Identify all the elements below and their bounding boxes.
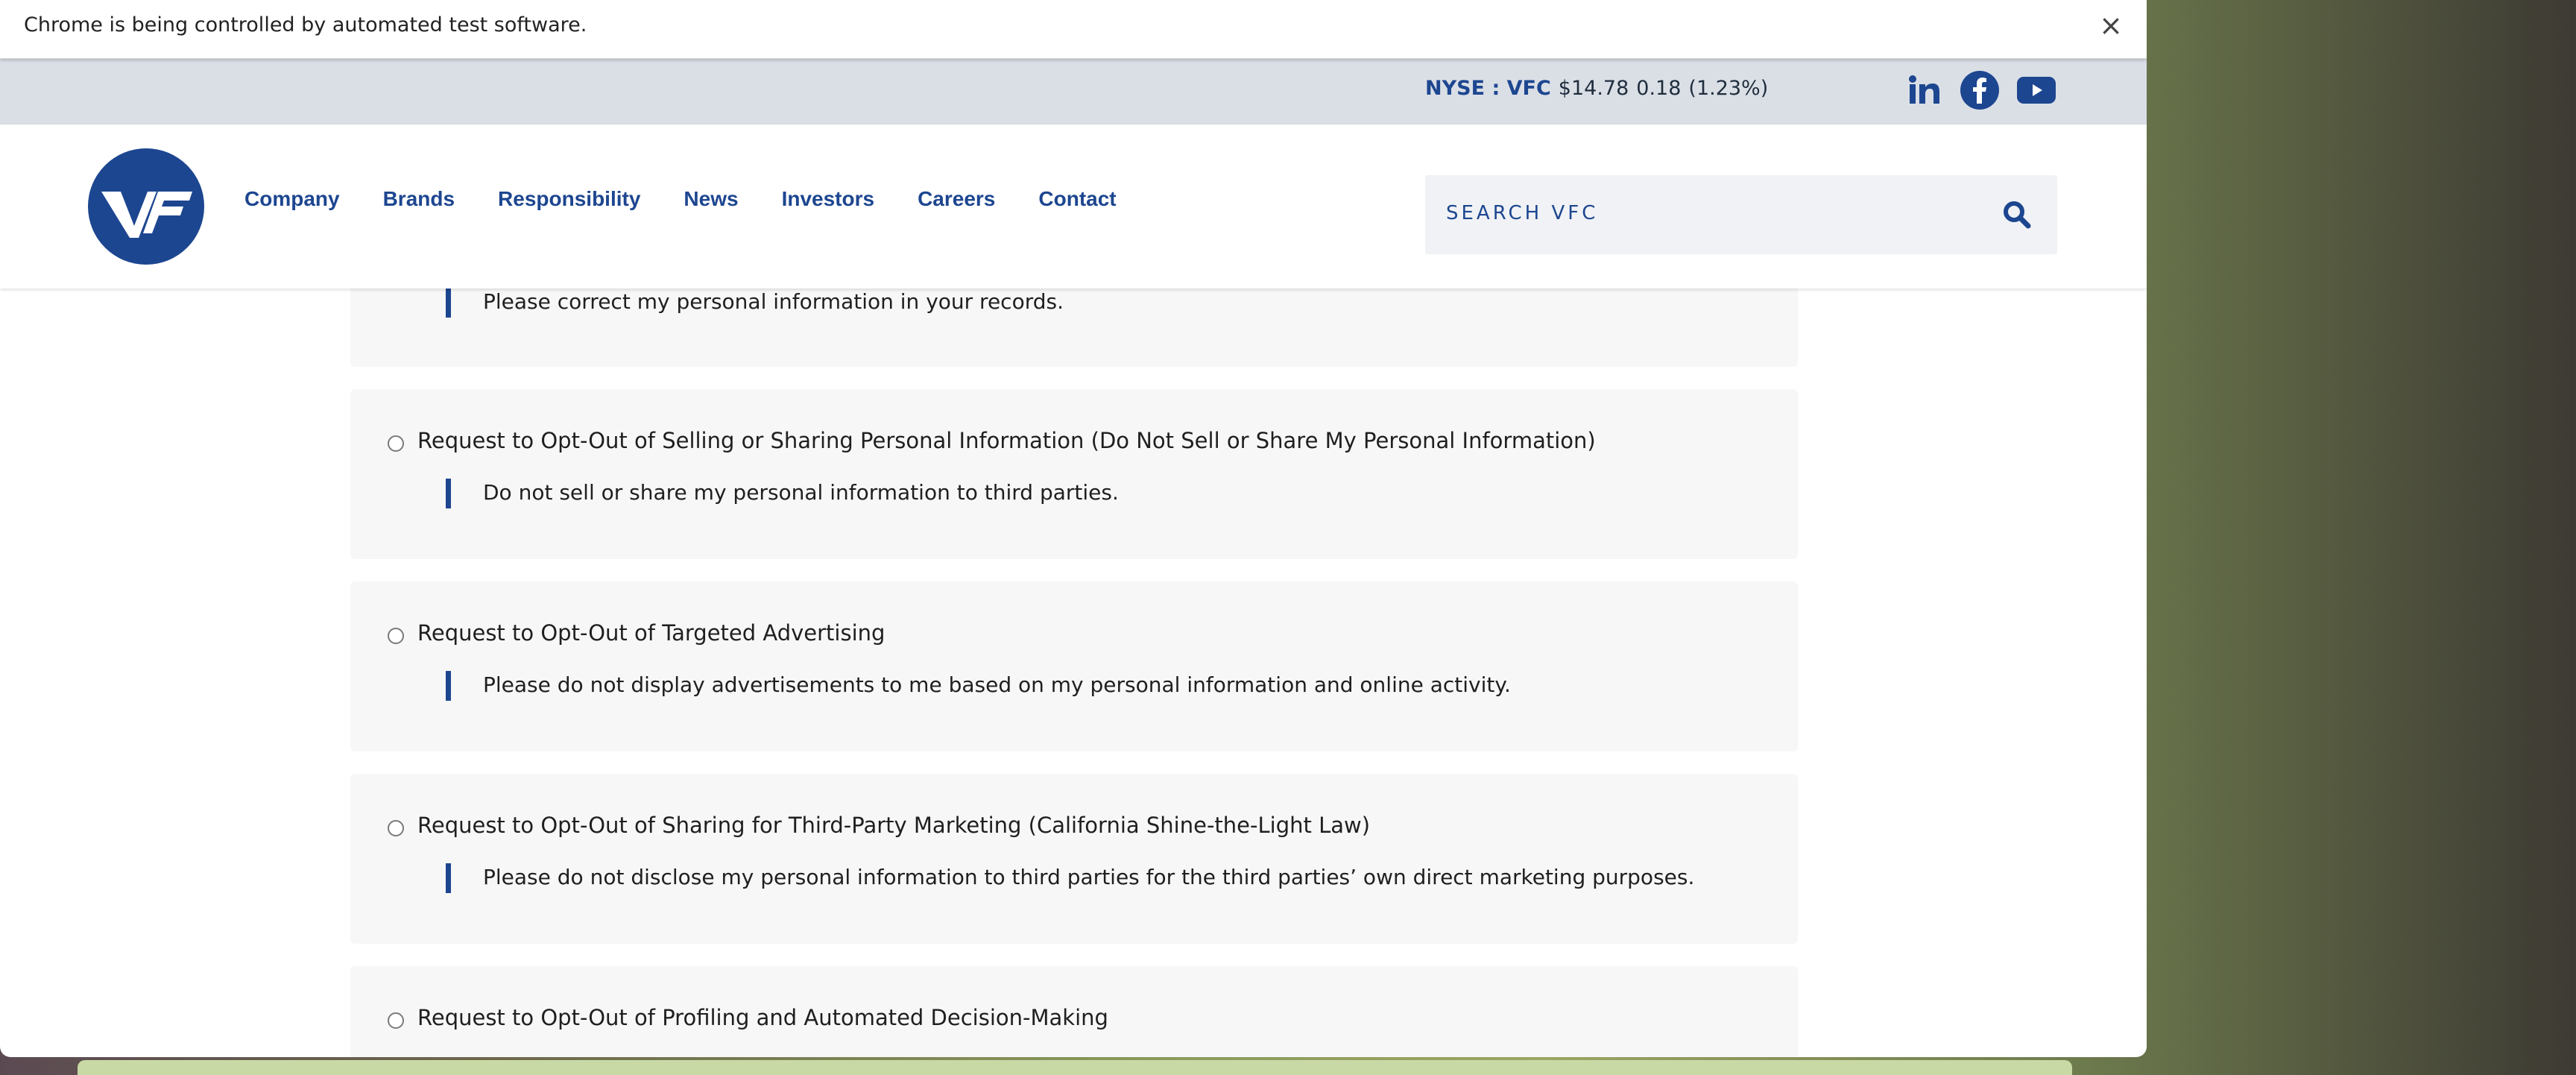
linkedin-icon[interactable]	[1905, 71, 1944, 110]
search-icon[interactable]	[2002, 200, 2035, 233]
option-label[interactable]: Request to Opt-Out of Targeted Advertisi…	[417, 620, 885, 646]
option-radio[interactable]	[388, 820, 404, 836]
ticker-percent: (1.23%)	[1688, 77, 1769, 100]
search-input[interactable]	[1446, 202, 1968, 224]
option-radio[interactable]	[388, 628, 404, 644]
nav-careers[interactable]: Careers	[918, 187, 995, 211]
description-accent-bar	[446, 863, 451, 893]
request-option-card: Request to Opt-Out of Targeted Advertisi…	[350, 581, 1798, 751]
request-option-card: Request to Opt-Out of Selling or Sharing…	[350, 389, 1798, 559]
nav-company[interactable]: Company	[244, 187, 340, 211]
nav-investors[interactable]: Investors	[782, 187, 875, 211]
nav-contact[interactable]: Contact	[1038, 187, 1116, 211]
nav-brands[interactable]: Brands	[383, 187, 455, 211]
option-label[interactable]: Request to Opt-Out of Profiling and Auto…	[417, 1005, 1108, 1030]
desktop-dock	[78, 1060, 2072, 1075]
nav-responsibility[interactable]: Responsibility	[498, 187, 640, 211]
close-infobar-button[interactable]: ×	[2097, 10, 2124, 40]
browser-window: Chrome is being controlled by automated …	[0, 0, 2147, 1057]
option-description: Please do not display advertisements to …	[483, 672, 1511, 697]
request-option-card: Request to Opt-Out of Sharing for Third-…	[350, 774, 1798, 944]
option-description: Please do not disclose my personal infor…	[483, 865, 1695, 889]
ticker-symbol[interactable]: NYSE : VFC	[1425, 77, 1551, 100]
ticker-price: $14.78	[1558, 77, 1629, 100]
vf-logo[interactable]	[88, 148, 204, 265]
option-radio[interactable]	[388, 1012, 404, 1029]
option-label[interactable]: Request to Opt-Out of Selling or Sharing…	[417, 428, 1596, 453]
description-accent-bar	[446, 288, 451, 318]
site-header: Company Brands Responsibility News Inves…	[0, 124, 2147, 289]
description-accent-bar	[446, 671, 451, 701]
youtube-icon[interactable]	[2017, 71, 2056, 110]
search-box	[1425, 175, 2057, 254]
ticker-change: 0.18	[1636, 77, 1682, 100]
automation-notice: Chrome is being controlled by automated …	[24, 13, 587, 37]
stock-ticker-bar: NYSE : VFC $14.78 0.18 (1.23%)	[0, 59, 2147, 124]
stock-ticker: NYSE : VFC $14.78 0.18 (1.23%)	[1425, 77, 1775, 100]
request-option-card: Request to Opt-Out of Profiling and Auto…	[350, 966, 1798, 1057]
option-radio[interactable]	[388, 435, 404, 452]
option-description: Please correct my personal information i…	[483, 289, 1064, 314]
facebook-icon[interactable]	[1960, 71, 1999, 110]
automation-infobar: Chrome is being controlled by automated …	[0, 0, 2147, 59]
option-label[interactable]: Request to Opt-Out of Sharing for Third-…	[417, 813, 1370, 838]
description-accent-bar	[446, 479, 451, 508]
option-description: Do not sell or share my personal informa…	[483, 480, 1119, 505]
nav-news[interactable]: News	[684, 187, 738, 211]
main-navigation: Company Brands Responsibility News Inves…	[244, 187, 1160, 211]
